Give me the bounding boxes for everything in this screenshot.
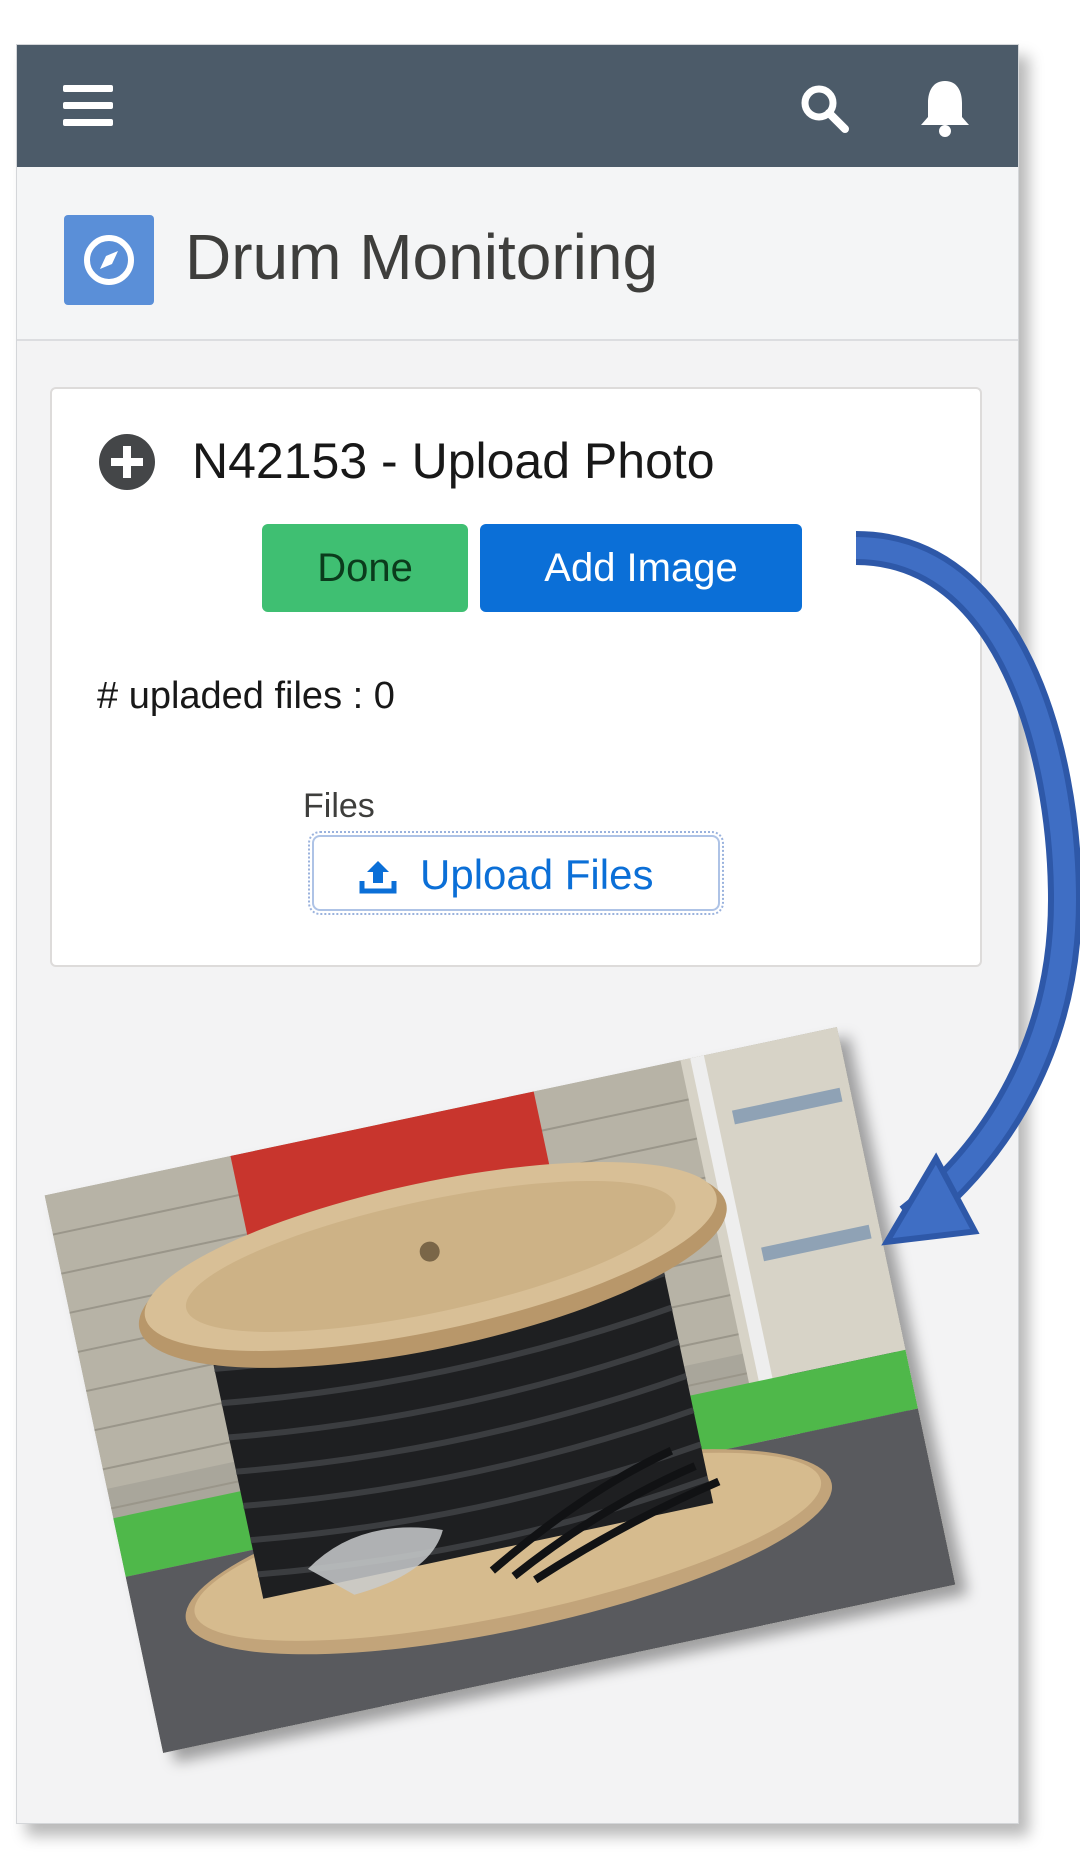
add-image-button[interactable]: Add Image xyxy=(480,524,802,612)
top-navigation-bar xyxy=(17,45,1018,167)
files-label: Files xyxy=(303,787,375,825)
uploaded-files-count: # upladed files : 0 xyxy=(97,675,395,717)
bell-icon[interactable] xyxy=(917,77,973,139)
search-icon[interactable] xyxy=(797,81,851,135)
upload-files-button[interactable]: Upload Files xyxy=(308,831,724,915)
hamburger-menu-icon[interactable] xyxy=(63,85,113,129)
upload-photo-card: N42153 - Upload Photo Done Add Image # u… xyxy=(50,387,982,967)
card-title: N42153 - Upload Photo xyxy=(192,433,715,489)
upload-files-label: Upload Files xyxy=(420,851,654,898)
curved-arrow-icon xyxy=(855,531,1080,1246)
done-button[interactable]: Done xyxy=(262,524,468,612)
page-header: Drum Monitoring xyxy=(17,167,1018,341)
page-title: Drum Monitoring xyxy=(185,221,659,293)
upload-icon xyxy=(359,861,397,894)
compass-icon xyxy=(64,215,154,305)
add-circle-icon[interactable] xyxy=(98,433,156,491)
